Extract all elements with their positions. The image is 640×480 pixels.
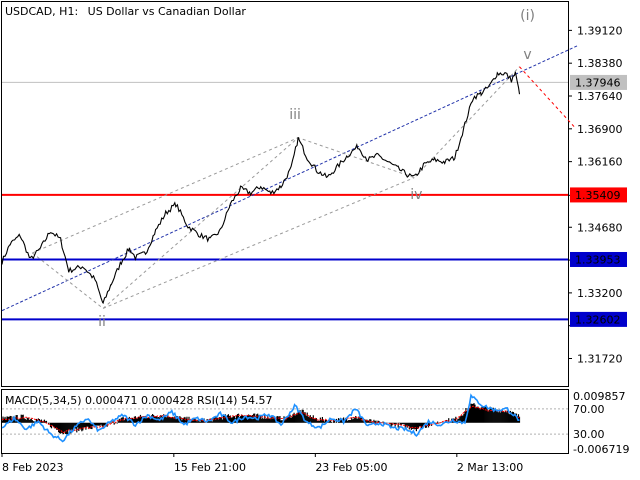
symbol-timeframe: USDCAD, H1: xyxy=(5,5,78,18)
current-price-tag-label: 1.37946 xyxy=(575,76,621,89)
osc-tick-label-0: 0.009857 xyxy=(573,390,626,403)
wave-label-0: (i) xyxy=(520,8,535,24)
wave-label-4: ii xyxy=(98,314,106,330)
x-tick-label-2: 23 Feb 05:00 xyxy=(315,461,387,474)
x-tick-label-0: 8 Feb 2023 xyxy=(2,461,63,474)
y-tick-label-8: 1.33200 xyxy=(577,287,623,300)
chart-canvas: (i) v iii iv ii 1.39120 1.38380 1.37640 1.36900… xyxy=(1,1,629,474)
y-tick-label-10: 1.31720 xyxy=(577,353,623,366)
level-tag-label-0: 1.35409 xyxy=(575,189,621,202)
oscillator-label: MACD(5,34,5) 0.000471 0.000428 RSI(14) 5… xyxy=(5,394,272,407)
y-tick-label-1: 1.38380 xyxy=(577,57,623,70)
x-tick-label-1: 15 Feb 21:00 xyxy=(174,461,246,474)
osc-tick-label-3: -0.006719 xyxy=(573,443,629,456)
y-tick-label-4: 1.36160 xyxy=(577,156,623,169)
chart-title: USDCAD, H1: US Dollar vs Canadian Dollar xyxy=(5,5,246,18)
osc-tick-label-1: 70.00 xyxy=(573,403,605,416)
instrument-description: US Dollar vs Canadian Dollar xyxy=(88,5,247,18)
level-tag-label-1: 1.33953 xyxy=(575,253,621,266)
y-tick-label-2: 1.37640 xyxy=(577,90,623,103)
y-tick-label-3: 1.36900 xyxy=(577,123,623,136)
wave-label-1: v xyxy=(523,47,531,63)
wave-label-3: iv xyxy=(410,187,422,203)
osc-tick-label-2: 30.00 xyxy=(573,428,605,441)
wave-label-2: iii xyxy=(289,107,301,123)
y-tick-label-6: 1.34680 xyxy=(577,221,623,234)
x-tick-label-3: 2 Mar 13:00 xyxy=(457,461,523,474)
level-tag-label-2: 1.32602 xyxy=(575,313,621,326)
y-tick-label-0: 1.39120 xyxy=(577,24,623,37)
